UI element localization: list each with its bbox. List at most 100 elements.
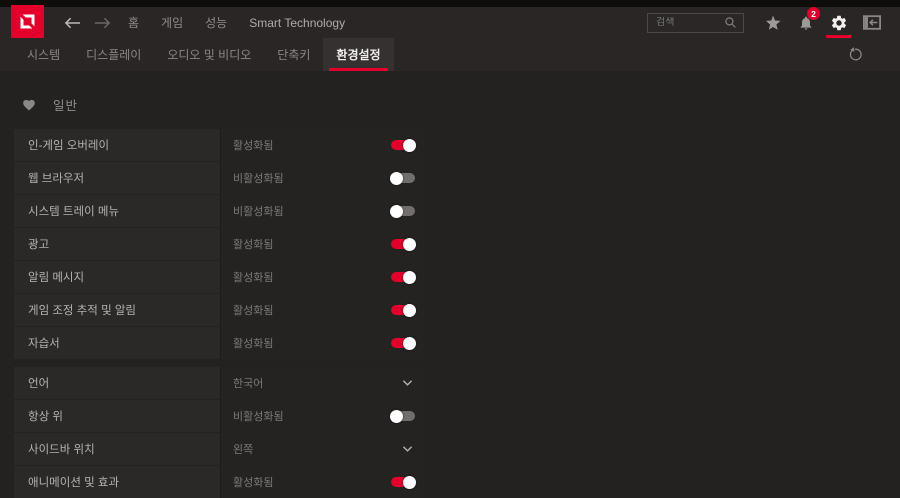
setting-value-cell: 비활성화됨 (221, 195, 425, 227)
settings-row: 알림 메시지 활성화됨 (14, 261, 425, 293)
navbar-right-cluster: 2 (647, 7, 900, 38)
preferences-content: 일반 인-게임 오버레이 활성화됨 웹 브라우저 비활성화됨 시스템 트레이 메뉴 비활성… (0, 71, 900, 498)
toggle-switch[interactable] (391, 475, 416, 489)
setting-status: 비활성화됨 (233, 411, 284, 423)
chevron-down-icon[interactable] (402, 379, 415, 387)
nav-item-0[interactable]: 홈 (117, 7, 150, 38)
tab-4[interactable]: 환경설정 (323, 38, 394, 71)
toggle-switch[interactable] (391, 270, 416, 284)
setting-label-cell: 광고 (14, 228, 221, 260)
setting-label: 애니메이션 및 효과 (28, 477, 120, 489)
toggle-knob (403, 270, 416, 284)
nav-item-2[interactable]: 성능 (194, 7, 238, 38)
bell-icon[interactable]: 2 (789, 7, 822, 38)
setting-value-cell: 활성화됨 (221, 129, 425, 161)
chevron-down-icon[interactable] (402, 445, 415, 453)
search-input[interactable] (648, 17, 724, 28)
setting-label: 알림 메시지 (28, 272, 85, 284)
setting-status: 활성화됨 (233, 338, 274, 350)
toggle-switch[interactable] (390, 171, 415, 185)
setting-label: 사이드바 위치 (28, 444, 95, 456)
setting-value-cell: 한국어 (221, 367, 425, 399)
settings-tabbar: 시스템 디스플레이 오디오 및 비디오 단축키 환경설정 (0, 38, 900, 71)
toggle-knob (403, 237, 416, 251)
toggle-switch[interactable] (390, 409, 415, 423)
amd-logo[interactable] (11, 5, 44, 38)
setting-value-cell: 활성화됨 (221, 327, 425, 359)
toggle-knob (390, 171, 403, 185)
forward-arrow-icon[interactable] (87, 7, 117, 38)
section-header: 일반 (22, 97, 900, 113)
setting-value-cell: 활성화됨 (221, 294, 425, 326)
toggle-knob (390, 204, 403, 218)
setting-value-cell: 활성화됨 (221, 261, 425, 293)
gear-icon[interactable] (822, 7, 855, 38)
settings-row: 사이드바 위치 왼쪽 (14, 433, 425, 465)
settings-row: 자습서 활성화됨 (14, 327, 425, 359)
amd-arrow-mark (20, 14, 35, 29)
setting-label: 게임 조정 추적 및 알림 (28, 305, 136, 317)
tab-2[interactable]: 오디오 및 비디오 (154, 38, 264, 71)
titlebar-strip (0, 0, 900, 7)
setting-status: 한국어 (233, 378, 264, 390)
setting-label: 언어 (28, 378, 50, 390)
toggle-switch[interactable] (391, 138, 416, 152)
setting-status: 활성화됨 (233, 239, 274, 251)
settings-row: 웹 브라우저 비활성화됨 (14, 162, 425, 194)
setting-label-cell: 애니메이션 및 효과 (14, 466, 221, 498)
setting-label: 항상 위 (28, 411, 63, 423)
nav-menu: 홈 게임 성능 Smart Technology (117, 7, 356, 38)
section-title: 일반 (53, 98, 79, 113)
toggle-knob (403, 138, 416, 152)
back-arrow-icon[interactable] (57, 7, 87, 38)
settings-groups: 인-게임 오버레이 활성화됨 웹 브라우저 비활성화됨 시스템 트레이 메뉴 비활성화됨 광… (14, 129, 425, 498)
setting-status: 비활성화됨 (233, 206, 284, 218)
setting-status: 왼쪽 (233, 444, 254, 456)
setting-label: 웹 브라우저 (28, 173, 85, 185)
tabs-container: 시스템 디스플레이 오디오 및 비디오 단축키 환경설정 (14, 38, 394, 71)
setting-label-cell: 게임 조정 추적 및 알림 (14, 294, 221, 326)
toggle-switch[interactable] (391, 303, 416, 317)
notification-badge: 2 (807, 7, 820, 20)
star-icon[interactable] (756, 7, 789, 38)
setting-value-cell: 비활성화됨 (221, 162, 425, 194)
search-icon[interactable] (724, 16, 743, 29)
undo-icon[interactable] (847, 46, 864, 63)
toggle-switch[interactable] (391, 336, 416, 350)
settings-row: 애니메이션 및 효과 활성화됨 (14, 466, 425, 498)
nav-item-3[interactable]: Smart Technology (238, 7, 356, 38)
top-navbar: 홈게임성능Smart Technology 2 (0, 5, 900, 38)
setting-status: 비활성화됨 (233, 173, 284, 185)
settings-group-0: 인-게임 오버레이 활성화됨 웹 브라우저 비활성화됨 시스템 트레이 메뉴 비활성화됨 광… (14, 129, 425, 359)
toggle-knob (403, 336, 416, 350)
settings-row: 게임 조정 추적 및 알림 활성화됨 (14, 294, 425, 326)
setting-label: 자습서 (28, 338, 60, 350)
tab-0[interactable]: 시스템 (14, 38, 73, 71)
setting-status: 활성화됨 (233, 305, 274, 317)
setting-status: 활성화됨 (233, 272, 274, 284)
toggle-knob (403, 475, 416, 489)
toggle-knob (403, 303, 416, 317)
tab-1[interactable]: 디스플레이 (73, 38, 154, 71)
pin-sidebar-icon[interactable] (855, 7, 888, 38)
tab-3[interactable]: 단축키 (264, 38, 323, 71)
setting-label-cell: 알림 메시지 (14, 261, 221, 293)
setting-label-cell: 자습서 (14, 327, 221, 359)
setting-label-cell: 인-게임 오버레이 (14, 129, 221, 161)
settings-row: 항상 위 비활성화됨 (14, 400, 425, 432)
setting-status: 활성화됨 (233, 477, 274, 489)
setting-status: 활성화됨 (233, 140, 274, 152)
toggle-switch[interactable] (390, 204, 415, 218)
setting-label: 시스템 트레이 메뉴 (28, 206, 120, 218)
settings-row: 시스템 트레이 메뉴 비활성화됨 (14, 195, 425, 227)
setting-label: 인-게임 오버레이 (28, 140, 110, 152)
setting-label-cell: 언어 (14, 367, 221, 399)
settings-row: 언어 한국어 (14, 367, 425, 399)
setting-label-cell: 항상 위 (14, 400, 221, 432)
setting-label-cell: 사이드바 위치 (14, 433, 221, 465)
toggle-switch[interactable] (391, 237, 416, 251)
nav-item-1[interactable]: 게임 (150, 7, 194, 38)
toggle-knob (390, 409, 403, 423)
settings-row: 인-게임 오버레이 활성화됨 (14, 129, 425, 161)
search-box (647, 12, 744, 33)
